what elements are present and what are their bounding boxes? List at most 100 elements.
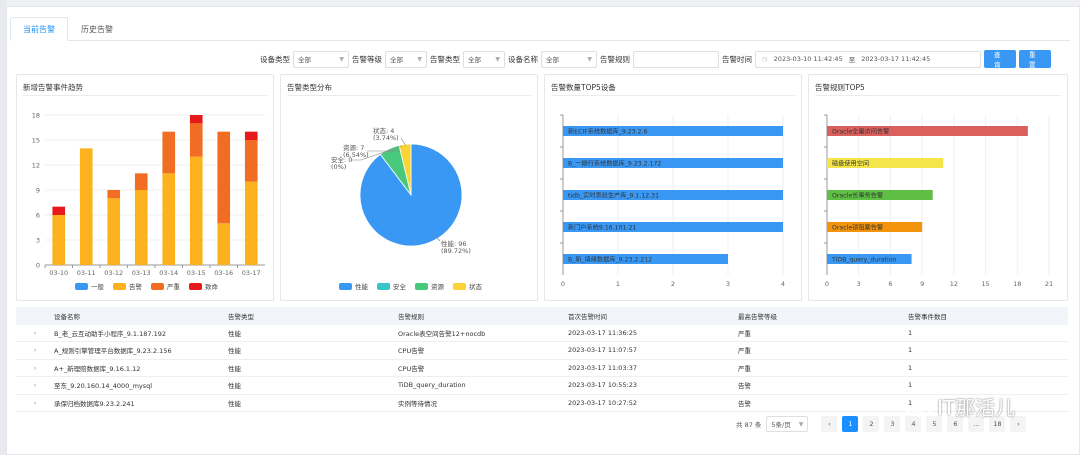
pie-label-percent: (89.72%) <box>441 247 471 255</box>
x-tick-label: 03-15 <box>187 269 206 277</box>
table-row[interactable]: › A_规则引擎管理平台数据库_9.23.2.156 性能 CPU告警 2023… <box>16 342 1068 360</box>
page-size-select[interactable]: 5条/页 ▼ <box>766 416 809 432</box>
device-type-label: 设备类型 <box>260 54 290 64</box>
cell: 2023-03-17 10:27:52 <box>568 398 638 407</box>
expand-icon[interactable]: › <box>16 381 54 389</box>
legend-swatch <box>339 283 352 290</box>
chevron-down-icon: ▼ <box>798 420 804 428</box>
alarm-type-select[interactable]: 全部 ▼ <box>463 50 505 68</box>
page-3[interactable]: 3 <box>884 416 901 432</box>
expand-icon[interactable]: › <box>16 364 54 372</box>
hbar-label: Oracle长事务告警 <box>832 192 883 200</box>
device-type-value: 全部 <box>298 56 311 64</box>
device-panel: 告警数量TOP5设备 0 1 2 3 4 新ECIF系统数据库_9.23.2.6 B_一期行… <box>544 74 802 301</box>
y-tick-label: 12 <box>32 162 40 170</box>
cell: 性能 <box>228 382 241 391</box>
type-pie-chart: 性能: 96(89.72%)安全: 0(0%)资源: 7(6.54%)状态: 4… <box>331 126 483 291</box>
legend-swatch <box>453 283 466 290</box>
bar-segment-03-17 <box>244 131 258 140</box>
col-header: 告警规则 <box>398 312 424 321</box>
time-separator: 至 <box>848 56 856 64</box>
table-row[interactable]: › B_老_云互动助手小程序_9.1.187.192 性能 Oracle表空间告… <box>16 325 1068 342</box>
x-tick-label: 0 <box>561 280 565 288</box>
legend-swatch <box>189 283 202 290</box>
x-tick-label: 03-17 <box>242 269 261 277</box>
bar-segment-03-14 <box>162 131 176 174</box>
legend-swatch <box>415 283 428 290</box>
x-tick-label: 2 <box>671 280 675 288</box>
level-select[interactable]: 全部 ▼ <box>385 50 427 68</box>
legend-label: 告警 <box>129 282 143 291</box>
hbar-label: B_一期行系统数据库_9.23.2.172 <box>568 160 661 168</box>
x-tick-label: 21 <box>1045 280 1053 288</box>
hbar-label: tidb_实时表验生产库_9.1.12.31 <box>568 192 659 200</box>
x-tick-label: 18 <box>1013 280 1021 288</box>
hbar-label: TiDB_query_duration <box>831 257 896 264</box>
cell: 2023-03-17 11:36:25 <box>568 328 638 337</box>
filter-bar: 设备类型 全部 ▼ 告警等级 全部 ▼ 告警类型 全部 ▼ 设备名称 全部 ▼ 告警规则… <box>260 50 1051 69</box>
tab-bar: 当前告警 历史告警 <box>10 13 1070 41</box>
total-count: 共 87 条 <box>736 421 762 429</box>
x-tick-label: 03-10 <box>49 269 68 277</box>
bar-segment-03-10 <box>52 215 66 265</box>
bar-segment-03-13 <box>134 173 148 190</box>
cell: 2023-03-17 11:07:57 <box>568 346 638 355</box>
bar-segment-03-15 <box>189 156 203 265</box>
device-name-select[interactable]: 全部 ▼ <box>541 50 597 68</box>
x-tick-label: 12 <box>950 280 958 288</box>
table-row[interactable]: › A+_新理赔数据库_9.16.1.12 性能 CPU告警 2023-03-1… <box>16 360 1068 377</box>
pie-label-percent: (3.74%) <box>373 134 399 142</box>
table-header: 设备名称 告警类型 告警规则 首次告警时间 最高告警等级 告警事件数目 <box>16 307 1068 325</box>
bar-segment-03-15 <box>189 123 203 157</box>
cell: 1 <box>908 363 913 372</box>
alarm-type-label: 告警类型 <box>430 54 460 64</box>
x-tick-label: 4 <box>781 280 785 288</box>
device-type-select[interactable]: 全部 ▼ <box>293 50 349 68</box>
bar-segment-03-12 <box>107 190 121 199</box>
y-tick-label: 3 <box>36 237 40 245</box>
hbar-label: 新门户系统9.16.101.21 <box>568 224 636 232</box>
y-tick-label: 6 <box>36 212 40 220</box>
x-tick-label: 03-12 <box>104 269 123 277</box>
cell: 至东_9.20.160.14_4000_mysql <box>54 382 153 391</box>
y-tick-label: 18 <box>32 112 40 120</box>
trend-chart: 0 3 6 9 12 15 18 03-10 03-11 03-12 03-13 03-14 03-15… <box>32 112 265 291</box>
query-button[interactable]: 查询 <box>984 50 1016 69</box>
bar-segment-03-16 <box>217 131 231 224</box>
x-tick-label: 03-16 <box>214 269 233 277</box>
level-value: 全部 <box>390 56 403 64</box>
prev-page-button[interactable]: ‹ <box>821 416 838 432</box>
hbar-label: Oracle全量访问告警 <box>832 128 889 136</box>
legend-swatch <box>377 283 390 290</box>
alarm-type-value: 全部 <box>468 56 481 64</box>
x-tick-label: 1 <box>616 280 620 288</box>
tab-current-alarms[interactable]: 当前告警 <box>10 17 68 41</box>
bar-segment-03-11 <box>79 148 93 265</box>
bar-segment-03-12 <box>107 198 121 265</box>
cell: CPU告警 <box>398 347 425 356</box>
page-2[interactable]: 2 <box>863 416 880 432</box>
reset-button[interactable]: 重置 <box>1019 50 1051 69</box>
col-header: 告警事件数目 <box>908 312 947 321</box>
expand-icon[interactable]: › <box>16 329 54 337</box>
x-tick-label: 3 <box>857 280 861 288</box>
cell: B_老_云互动助手小程序_9.1.187.192 <box>54 329 166 338</box>
legend-label: 一般 <box>91 282 105 291</box>
bar-segment-03-14 <box>162 173 176 265</box>
time-range-picker[interactable]: ◷ 2023-03-10 11:42:45 至 2023-03-17 11:42… <box>755 50 981 68</box>
bar-segment-03-17 <box>244 140 258 182</box>
legend-label: 状态 <box>469 282 483 291</box>
expand-icon[interactable]: › <box>16 399 54 407</box>
expand-icon[interactable]: › <box>16 346 54 354</box>
x-tick-label: 03-11 <box>77 269 96 277</box>
rule-input[interactable] <box>633 50 719 68</box>
legend-label: 安全 <box>393 282 407 291</box>
cell: A+_新理赔数据库_9.16.1.12 <box>54 364 141 373</box>
tab-history-alarms[interactable]: 历史告警 <box>68 17 126 41</box>
rule-bar-chart: 0 3 6 9 12 15 18 21 Oracle全量访问告警磁盘使用空间 Oracle长事务告… <box>824 114 1053 288</box>
cell: 实例等待情况 <box>398 399 437 408</box>
pie-label-percent: (0%) <box>331 163 346 171</box>
cell: 告警 <box>738 399 751 408</box>
page-1[interactable]: 1 <box>842 416 859 432</box>
cell: 1 <box>908 328 913 337</box>
